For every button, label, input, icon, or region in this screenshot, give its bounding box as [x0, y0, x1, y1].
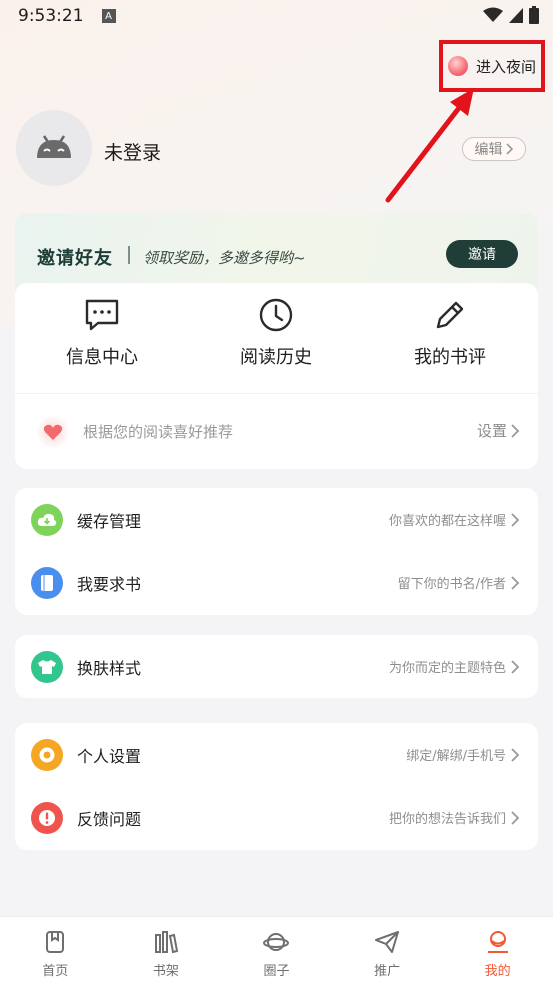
menu-item-skin[interactable]: 换肤样式 为你而定的主题特色: [15, 635, 538, 698]
invite-button[interactable]: 邀请: [446, 240, 518, 268]
tab-label: 圈子: [263, 964, 290, 979]
menu-item-label: 反馈问题: [77, 809, 142, 829]
menu-item-hint-text: 为你而定的主题特色: [388, 661, 506, 676]
status-indicators: [483, 6, 539, 24]
tab-label: 书架: [152, 964, 179, 979]
quick-action-messages[interactable]: 信息中心: [15, 283, 189, 393]
chevron-right-icon: [511, 423, 520, 438]
user-icon: [487, 931, 508, 953]
invite-subtitle: 领取奖励，多邀多得哟~: [143, 249, 306, 267]
menu-item-hint: 你喜欢的都在这样喔: [389, 510, 520, 529]
bookshelf-icon: [154, 931, 179, 954]
recommendation-settings-link[interactable]: 设置: [477, 420, 520, 441]
night-mode-label: 进入夜间: [475, 57, 536, 76]
chevron-right-icon: [511, 747, 520, 762]
edit-profile-button[interactable]: 编辑: [462, 137, 526, 161]
paper-plane-icon: [375, 931, 400, 953]
quick-action-reviews[interactable]: 我的书评: [363, 283, 537, 393]
chevron-right-icon: [511, 575, 520, 590]
message-icon: [85, 299, 119, 331]
cloud-download-icon: [31, 503, 63, 536]
tab-label: 我的: [484, 964, 511, 979]
bottom-tab-bar: 首页 书架 圈子 推广 我的: [0, 916, 553, 984]
tab-label: 推广: [374, 964, 401, 979]
battery-icon: [529, 6, 539, 24]
clock-icon: [259, 298, 293, 332]
avatar[interactable]: [16, 110, 92, 186]
quick-actions-row: 信息中心 阅读历史 我的书评: [15, 283, 538, 393]
tab-mine[interactable]: 我的: [442, 917, 553, 984]
chevron-right-icon: [505, 143, 513, 155]
menu-item-hint-text: 绑定/解绑/手机号: [406, 749, 506, 764]
menu-group-theme: 换肤样式 为你而定的主题特色: [15, 635, 538, 698]
chevron-right-icon: [511, 659, 520, 674]
planet-icon: [263, 933, 290, 951]
menu-item-hint-text: 留下你的书名/作者: [397, 577, 506, 592]
menu-item-settings[interactable]: 个人设置 绑定/解绑/手机号: [15, 723, 538, 786]
edit-label: 编辑: [474, 142, 503, 158]
status-bar: 9:53:21 A: [0, 0, 553, 32]
night-mode-icon: [447, 56, 468, 76]
night-mode-button[interactable]: 进入夜间: [439, 40, 545, 92]
menu-item-label: 个人设置: [77, 746, 142, 766]
menu-item-hint-text: 你喜欢的都在这样喔: [388, 514, 506, 529]
signal-icon: [509, 8, 523, 23]
quick-action-label: 信息中心: [66, 347, 138, 368]
menu-item-feedback[interactable]: 反馈问题 把你的想法告诉我们: [15, 786, 538, 849]
chevron-right-icon: [511, 810, 520, 825]
quick-action-label: 我的书评: [414, 347, 486, 368]
recommendation-settings-label: 设置: [476, 422, 507, 440]
menu-item-hint: 绑定/解绑/手机号: [406, 745, 520, 764]
status-time: 9:53:21: [18, 6, 84, 26]
pen-icon: [436, 301, 464, 329]
recommendation-text: 根据您的阅读喜好推荐: [83, 423, 234, 441]
settings-icon: [31, 738, 63, 771]
menu-item-label: 换肤样式: [77, 658, 142, 678]
chevron-right-icon: [511, 512, 520, 527]
menu-item-request-book[interactable]: 我要求书 留下你的书名/作者: [15, 551, 538, 614]
wifi-icon: [483, 7, 503, 22]
tab-circle[interactable]: 圈子: [221, 917, 332, 984]
quick-actions-card: 信息中心 阅读历史 我的书评 根据您的阅读喜好推荐 设置: [15, 283, 538, 469]
tab-label: 首页: [42, 964, 69, 979]
tab-bookshelf[interactable]: 书架: [111, 917, 222, 984]
shirt-icon: [31, 650, 63, 683]
book-icon: [31, 566, 63, 599]
menu-item-hint: 留下你的书名/作者: [398, 573, 520, 592]
invite-title: 邀请好友: [37, 248, 113, 269]
menu-item-hint: 把你的想法告诉我们: [389, 808, 520, 827]
username[interactable]: 未登录: [104, 138, 161, 165]
android-avatar-icon: [37, 135, 71, 158]
invite-divider: [128, 246, 130, 264]
quick-action-label: 阅读历史: [240, 347, 312, 368]
menu-item-label: 我要求书: [77, 574, 142, 594]
bookmark-icon: [46, 931, 65, 953]
alert-icon: [31, 801, 63, 834]
menu-item-cache[interactable]: 缓存管理 你喜欢的都在这样喔: [15, 488, 538, 551]
tab-promote[interactable]: 推广: [332, 917, 443, 984]
notification-icon: A: [101, 9, 116, 23]
menu-group-storage: 缓存管理 你喜欢的都在这样喔 我要求书 留下你的书名/作者: [15, 488, 538, 615]
tab-home[interactable]: 首页: [0, 917, 111, 984]
menu-item-hint: 为你而定的主题特色: [389, 657, 520, 676]
menu-group-account: 个人设置 绑定/解绑/手机号 反馈问题 把你的想法告诉我们: [15, 723, 538, 850]
recommendation-row[interactable]: 根据您的阅读喜好推荐 设置: [15, 393, 538, 469]
heart-icon: [37, 415, 69, 448]
menu-item-hint-text: 把你的想法告诉我们: [388, 812, 506, 827]
menu-item-label: 缓存管理: [77, 511, 142, 531]
quick-action-history[interactable]: 阅读历史: [189, 283, 363, 393]
